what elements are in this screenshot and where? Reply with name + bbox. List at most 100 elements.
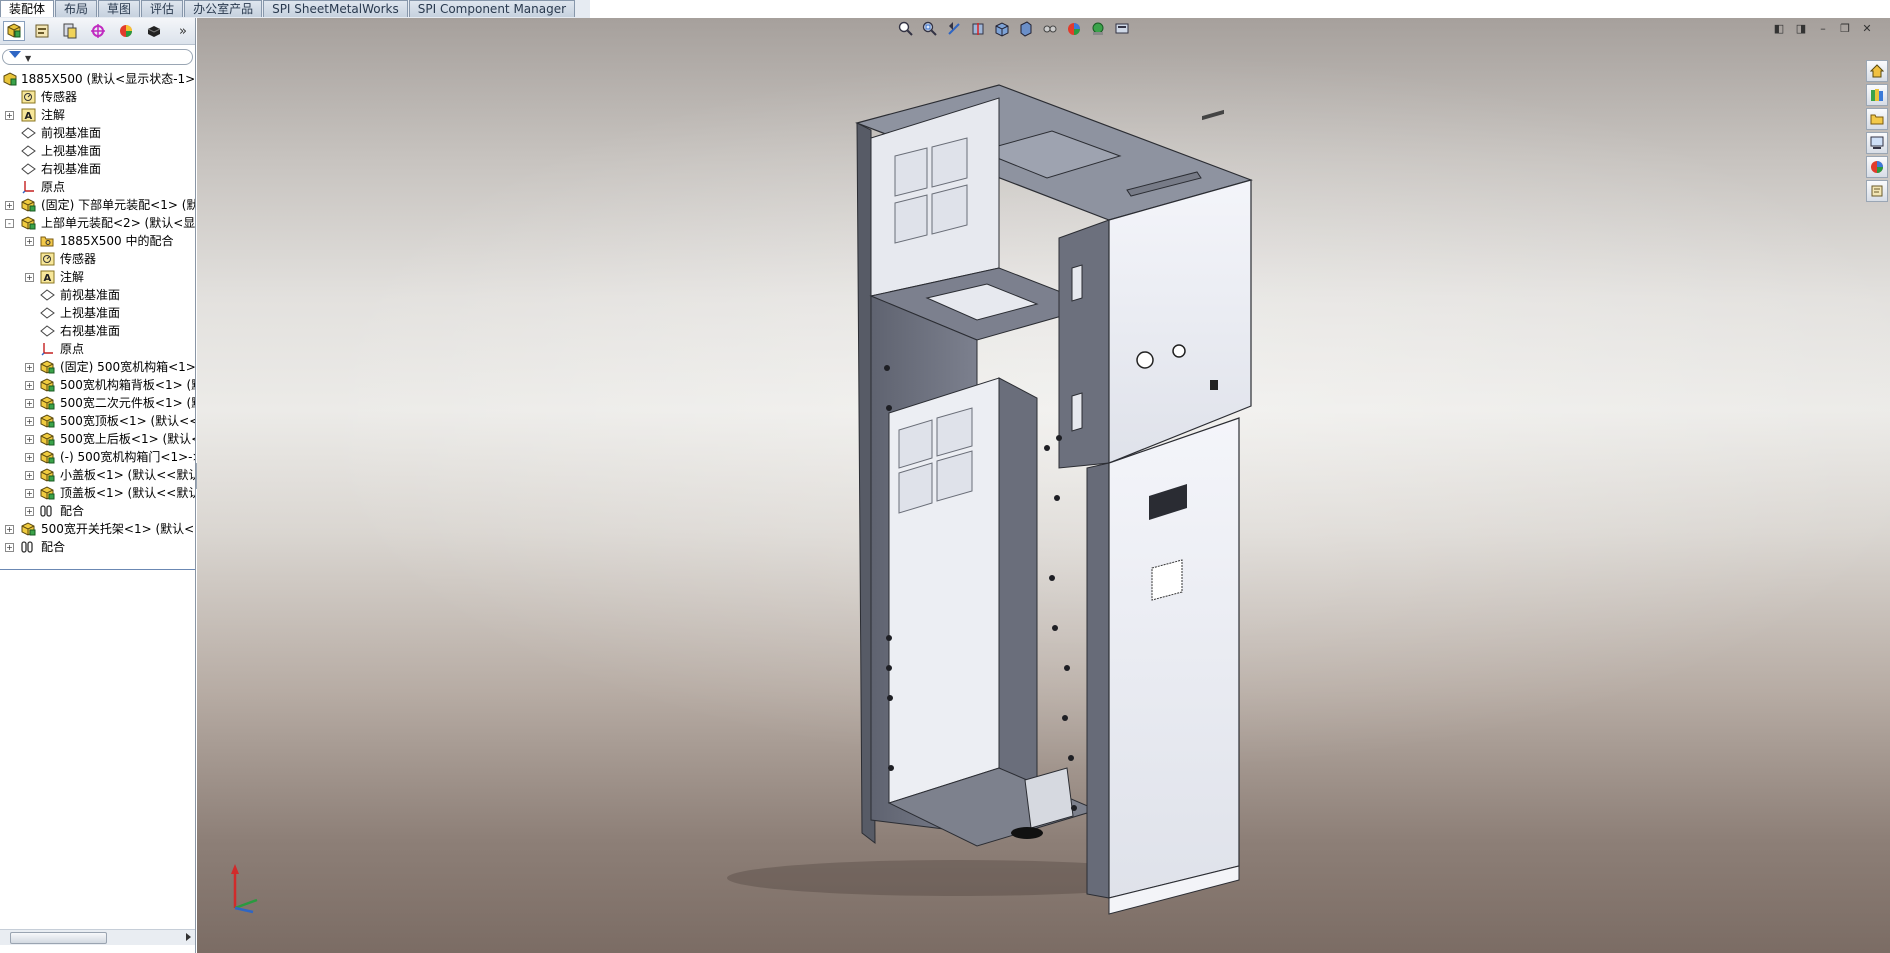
property-manager-tab-button[interactable] bbox=[31, 21, 53, 41]
tree-item[interactable]: + 配合 bbox=[0, 502, 195, 520]
expand-icon[interactable]: + bbox=[5, 201, 14, 210]
file-explorer-button[interactable] bbox=[1866, 108, 1888, 130]
view-settings-button[interactable] bbox=[1113, 20, 1131, 38]
mechanism-door[interactable] bbox=[1108, 179, 1252, 464]
tree-item-label: 前视基准面 bbox=[41, 126, 102, 140]
upper-window-right-lower[interactable] bbox=[931, 184, 968, 235]
tree-item[interactable]: +500宽机构箱背板<1> (默认 bbox=[0, 376, 195, 394]
tab-3[interactable]: 评估 bbox=[141, 0, 184, 17]
expand-icon[interactable]: + bbox=[25, 507, 34, 516]
mechanism-box-side[interactable] bbox=[1058, 219, 1110, 469]
display-manager-tab-button[interactable] bbox=[115, 21, 137, 41]
configuration-manager-tab-button[interactable] bbox=[59, 21, 81, 41]
tree-item[interactable]: + (固定) 下部单元装配<1> (默认 bbox=[0, 196, 195, 214]
upper-window-left-lower[interactable] bbox=[894, 194, 928, 244]
tree-item[interactable]: 前视基准面 bbox=[0, 286, 195, 304]
hide-show-items-button[interactable] bbox=[1041, 20, 1059, 38]
expand-icon[interactable]: + bbox=[25, 273, 34, 282]
apply-scene-button[interactable] bbox=[1089, 20, 1107, 38]
expand-icon[interactable]: + bbox=[25, 237, 34, 246]
expand-icon[interactable]: + bbox=[25, 489, 34, 498]
tree-item[interactable]: + 小盖板<1> (默认<<默认> bbox=[0, 466, 195, 484]
solidworks-resources-button[interactable] bbox=[1866, 60, 1888, 82]
tree-item[interactable]: 右视基准面 bbox=[0, 160, 195, 178]
expand-icon[interactable]: + bbox=[25, 363, 34, 372]
tree-item[interactable]: + A 注解 bbox=[0, 268, 195, 286]
tree-filter-input[interactable]: ▼ bbox=[2, 49, 193, 65]
inner-vertical-rail[interactable] bbox=[998, 377, 1038, 789]
cam-tab-button[interactable] bbox=[143, 21, 165, 41]
tab-6[interactable]: SPI Component Manager bbox=[408, 0, 576, 17]
expand-icon[interactable]: + bbox=[25, 453, 34, 462]
close-icon[interactable]: ✕ bbox=[1858, 22, 1876, 36]
minimize-icon[interactable]: – bbox=[1814, 22, 1832, 36]
graphics-viewport[interactable]: ◧ ◨ – ❐ ✕ bbox=[197, 18, 1890, 953]
zoom-to-fit-button[interactable] bbox=[897, 20, 915, 38]
edit-appearance-button[interactable] bbox=[1065, 20, 1083, 38]
next-window-icon[interactable]: ◨ bbox=[1792, 22, 1810, 36]
expand-icon[interactable]: + bbox=[25, 381, 34, 390]
chevron-down-icon[interactable]: ▼ bbox=[25, 54, 31, 63]
tree-item[interactable]: +500宽开关托架<1> (默认<<默 bbox=[0, 520, 195, 538]
collapse-icon[interactable]: - bbox=[5, 219, 14, 228]
design-library-button[interactable] bbox=[1866, 84, 1888, 106]
tree-item[interactable]: + (-) 500宽机构箱门<1>->? bbox=[0, 448, 195, 466]
tree-item[interactable]: 上视基准面 bbox=[0, 304, 195, 322]
mechanism-side-slot[interactable] bbox=[1071, 264, 1083, 302]
scroll-right-icon[interactable] bbox=[186, 933, 191, 941]
tree-item[interactable]: +1885X500 中的配合 bbox=[0, 232, 195, 250]
expand-icon[interactable]: + bbox=[25, 399, 34, 408]
restore-icon[interactable]: ❐ bbox=[1836, 22, 1854, 36]
expand-icon[interactable]: + bbox=[5, 525, 14, 534]
tree-item[interactable]: +500宽二次元件板<1> (默认 bbox=[0, 394, 195, 412]
tree-item[interactable]: 原点 bbox=[0, 340, 195, 358]
tree-item[interactable]: 传感器 bbox=[0, 88, 195, 106]
tree-item[interactable]: + A 注解 bbox=[0, 106, 195, 124]
tree-item[interactable]: +500宽上后板<1> (默认<< bbox=[0, 430, 195, 448]
tab-5[interactable]: SPI SheetMetalWorks bbox=[263, 0, 408, 17]
tree-item[interactable]: + (固定) 500宽机构箱<1> -: bbox=[0, 358, 195, 376]
tree-item[interactable]: +500宽顶板<1> (默认<<默 bbox=[0, 412, 195, 430]
zoom-to-area-button[interactable] bbox=[921, 20, 939, 38]
tree-item[interactable]: 原点 bbox=[0, 178, 195, 196]
upper-window-right[interactable] bbox=[931, 137, 968, 188]
expand-icon[interactable]: + bbox=[25, 471, 34, 480]
door-knob-right[interactable] bbox=[1172, 344, 1186, 358]
upper-window-left[interactable] bbox=[894, 147, 928, 197]
scrollbar-thumb[interactable] bbox=[10, 932, 107, 944]
expand-icon[interactable]: + bbox=[5, 543, 14, 552]
tab-2[interactable]: 草图 bbox=[98, 0, 141, 17]
display-style-button[interactable] bbox=[1017, 20, 1035, 38]
expand-icon[interactable]: + bbox=[25, 417, 34, 426]
cabinet-3d-model[interactable] bbox=[627, 68, 1267, 918]
previous-view-button[interactable] bbox=[945, 20, 963, 38]
lower-door-side[interactable] bbox=[1086, 462, 1110, 899]
tab-1[interactable]: 布局 bbox=[55, 0, 98, 17]
expand-icon[interactable]: + bbox=[5, 111, 14, 120]
dimxpert-tab-button[interactable] bbox=[87, 21, 109, 41]
tree-item[interactable]: 1885X500 (默认<显示状态-1>) bbox=[0, 70, 195, 88]
feature-manager-tab-button[interactable] bbox=[3, 21, 25, 41]
tree-item[interactable]: 右视基准面 bbox=[0, 322, 195, 340]
door-knob-left[interactable] bbox=[1136, 351, 1154, 369]
tree-item[interactable]: - 上部单元装配<2> (默认<显示 bbox=[0, 214, 195, 232]
section-view-button[interactable] bbox=[969, 20, 987, 38]
tree-item[interactable]: 传感器 bbox=[0, 250, 195, 268]
tree-item[interactable]: + 配合 bbox=[0, 538, 195, 556]
mechanism-side-slot-2[interactable] bbox=[1071, 392, 1083, 432]
tree-item[interactable]: 上视基准面 bbox=[0, 142, 195, 160]
view-palette-button[interactable] bbox=[1866, 132, 1888, 154]
expand-icon[interactable]: + bbox=[25, 435, 34, 444]
previous-window-icon[interactable]: ◧ bbox=[1770, 22, 1788, 36]
view-orientation-button[interactable] bbox=[993, 20, 1011, 38]
tree-item[interactable]: 前视基准面 bbox=[0, 124, 195, 142]
tab-4[interactable]: 办公室产品 bbox=[184, 0, 263, 17]
tree-item-label: 顶盖板<1> (默认<<默认> bbox=[60, 486, 195, 500]
tree-item[interactable]: + 顶盖板<1> (默认<<默认> bbox=[0, 484, 195, 502]
custom-properties-button[interactable] bbox=[1866, 180, 1888, 202]
more-tabs-chevron-icon[interactable]: » bbox=[179, 24, 187, 39]
tab-0[interactable]: 装配体 bbox=[0, 0, 55, 17]
door-lock[interactable] bbox=[1210, 380, 1218, 390]
appearances-scenes-button[interactable] bbox=[1866, 156, 1888, 178]
horizontal-scrollbar[interactable] bbox=[0, 929, 195, 945]
